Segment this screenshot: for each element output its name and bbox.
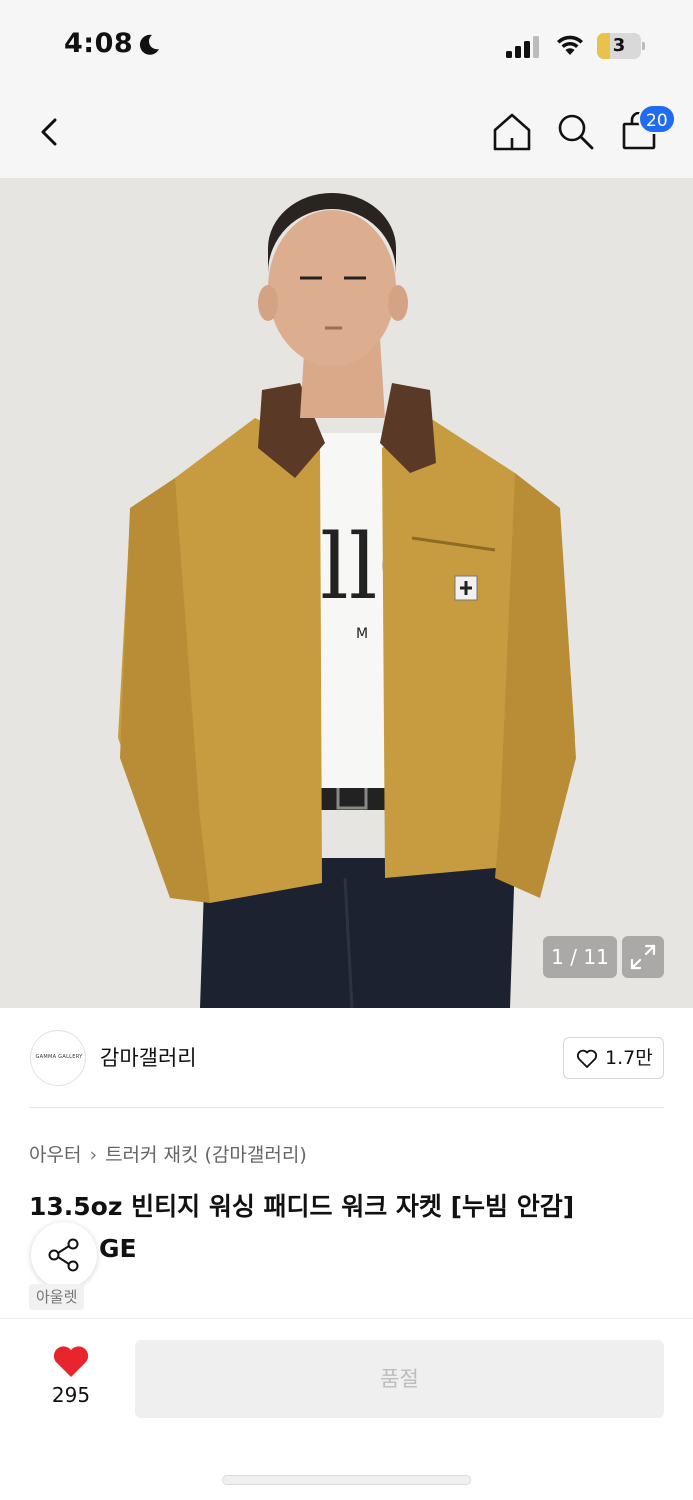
sold-out-button[interactable]: 품절	[135, 1340, 664, 1418]
wifi-icon	[557, 35, 583, 55]
top-navigation-bar	[0, 92, 693, 178]
brand-like-count: 1.7만	[605, 1047, 653, 1069]
share-icon	[48, 1238, 79, 1272]
product-title-line2: GE	[99, 1234, 137, 1263]
cellular-signal-icon	[506, 36, 539, 58]
product-photo: llC M	[0, 178, 693, 1008]
svg-text:M: M	[356, 626, 368, 642]
breadcrumb: 아우터 › 트러커 재킷 (감마갤러리)	[29, 1140, 307, 1167]
brand-name[interactable]: 감마갤러리	[100, 1042, 197, 1072]
brand-row[interactable]: GAMMA GALLERY 감마갤러리 1.7만	[0, 1008, 693, 1108]
search-icon[interactable]	[556, 112, 596, 152]
divider	[29, 1107, 664, 1108]
product-image[interactable]: llC M	[0, 178, 693, 1008]
home-indicator	[222, 1475, 471, 1485]
moon-icon	[139, 34, 159, 55]
expand-icon	[630, 944, 656, 970]
battery-indicator: 3	[597, 33, 645, 59]
breadcrumb-subcategory[interactable]: 트러커 재킷 (감마갤러리)	[105, 1144, 307, 1166]
status-time: 4:08	[64, 28, 134, 59]
chevron-right-icon: ›	[89, 1144, 98, 1166]
battery-level: 3	[612, 35, 626, 56]
brand-logo[interactable]: GAMMA GALLERY	[30, 1030, 86, 1086]
home-icon[interactable]	[490, 110, 534, 154]
heart-filled-icon[interactable]	[52, 1345, 90, 1379]
image-counter: 1 / 11	[543, 936, 617, 978]
brand-logo-text: GAMMA GALLERY	[35, 1054, 83, 1060]
cart-count-badge: 20	[638, 104, 676, 134]
wish-count: 295	[51, 1383, 91, 1407]
product-title: 13.5oz 빈티지 워싱 패디드 워크 자켓 [누빔 안감]	[29, 1192, 575, 1221]
back-icon[interactable]	[30, 112, 70, 152]
bottom-action-bar: 295 품절	[0, 1318, 693, 1500]
breadcrumb-category[interactable]: 아우터	[29, 1144, 81, 1166]
heart-outline-icon	[576, 1049, 598, 1068]
share-button[interactable]	[31, 1222, 97, 1288]
expand-image-button[interactable]	[622, 936, 664, 978]
outlet-tag: 아울렛	[29, 1284, 85, 1310]
status-bar: 4:08 3	[0, 0, 693, 92]
brand-like-button[interactable]: 1.7만	[563, 1037, 664, 1079]
